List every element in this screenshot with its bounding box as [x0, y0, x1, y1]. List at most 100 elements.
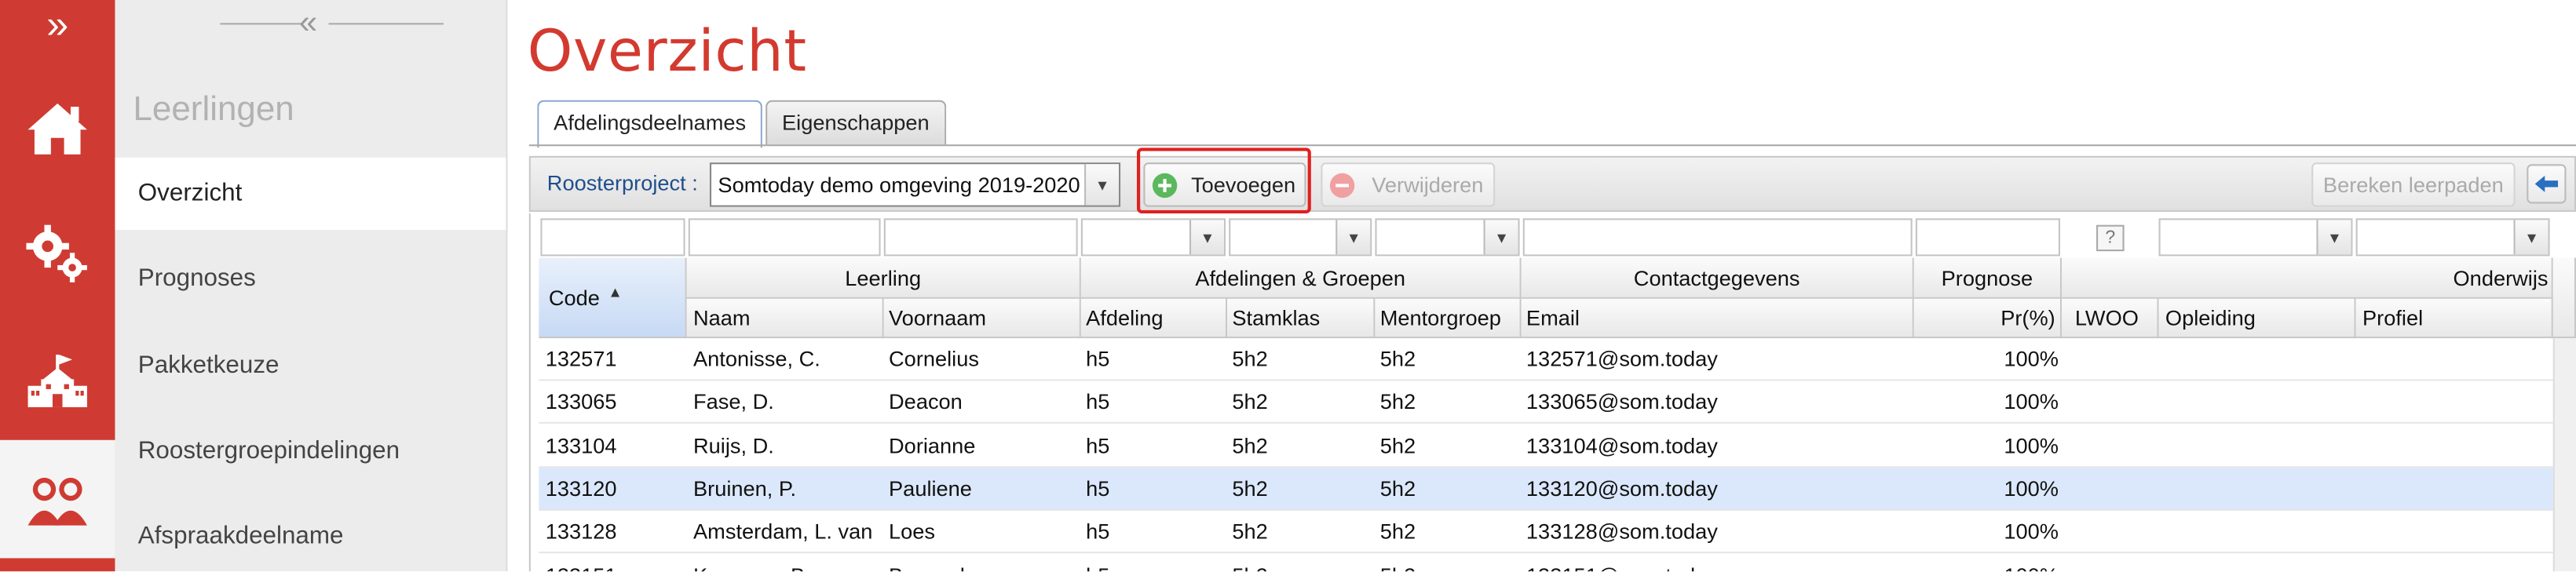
cell-pr: 100%	[2004, 389, 2059, 414]
column-header-lwoo[interactable]: LWOO	[2062, 298, 2159, 339]
filter-prognose[interactable]	[1915, 218, 2060, 257]
calculate-paths-button[interactable]: Bereken leerpaden	[2311, 162, 2516, 207]
project-select[interactable]: Somtoday demo omgeving 2019-2020 ▼	[709, 162, 1121, 207]
filter-opleiding[interactable]: ▼	[2158, 218, 2353, 257]
column-header-opleiding[interactable]: Opleiding	[2158, 298, 2356, 339]
filter-code[interactable]	[540, 218, 685, 257]
column-header-voornaam[interactable]: Voornaam	[883, 298, 1081, 339]
filter-email[interactable]	[1522, 218, 1913, 257]
column-header-naam[interactable]: Naam	[686, 298, 884, 339]
cell-voornaam: Bernardo	[889, 563, 1080, 572]
tab-eigenschappen[interactable]: Eigenschappen	[765, 100, 947, 145]
sidebar-section-title: Leerlingen	[133, 90, 294, 129]
cell-pr: 100%	[1919, 563, 2059, 572]
cell-naam: Ruijs, D.	[693, 432, 774, 457]
page-title: Overzicht	[527, 20, 807, 86]
tab-afdelingsdeelnames[interactable]: Afdelingsdeelnames	[537, 100, 762, 148]
cell-mentorgroep: 5h2	[1379, 519, 1416, 545]
chevron-down-icon[interactable]: ▼	[2513, 220, 2549, 255]
group-header-prognose: Prognose	[1913, 257, 2063, 299]
chevron-down-icon[interactable]: ▼	[2316, 220, 2351, 255]
column-code-label: Code	[548, 286, 600, 311]
table-row[interactable]: 133065 Fase, D. Deacon h5 5h2 5h2 133065@som.t…	[539, 381, 2553, 424]
table-row[interactable]: 133151 Kornuser, B. Bernardo h5 5h2 5h2 133151…	[539, 554, 2552, 572]
highlight-frame	[1137, 148, 1311, 214]
cell-code: 133065	[545, 389, 617, 414]
cell-naam: Fase, D.	[693, 389, 774, 414]
remove-button[interactable]: Verwijderen	[1321, 162, 1496, 207]
cell-code: 133128	[545, 519, 617, 545]
table-row[interactable]: 132571 Antonisse, C. Cornelius h5 5h2 5h2 1325…	[539, 338, 2553, 381]
sort-ascending-icon: ▲	[608, 284, 623, 301]
rail-school-button[interactable]	[0, 322, 115, 440]
sidebar: « Leerlingen Overzicht Prognoses Pakketk…	[115, 0, 506, 572]
column-header-email[interactable]: Email	[1521, 298, 1914, 339]
students-icon	[27, 477, 87, 526]
cell-stamklas: 5h2	[1232, 346, 1268, 371]
cell-voornaam: Loes	[889, 519, 936, 545]
column-header-mentorgroep[interactable]: Mentorgroep	[1375, 298, 1522, 339]
filter-profiel[interactable]: ▼	[2355, 218, 2550, 257]
cell-email: 133120@som.today	[1526, 475, 1718, 501]
settings-icon	[26, 224, 87, 282]
cell-afdeling: h5	[1086, 519, 1110, 545]
grid-scrollbar[interactable]	[2552, 338, 2576, 572]
rail-students-button[interactable]	[0, 439, 115, 559]
filter-mentorgroep[interactable]: ▼	[1375, 218, 1520, 257]
cell-mentorgroep: 5h2	[1379, 432, 1416, 457]
cell-mentorgroep: 5h2	[1379, 346, 1416, 371]
column-header-pr[interactable]: Pr(%)	[1913, 298, 2063, 339]
rail-settings-button[interactable]	[0, 194, 115, 312]
column-header-stamklas[interactable]: Stamklas	[1227, 298, 1376, 339]
column-header-profiel[interactable]: Profiel	[2355, 298, 2553, 339]
column-header-afdeling[interactable]: Afdeling	[1080, 298, 1228, 339]
filter-afdeling[interactable]: ▼	[1080, 218, 1226, 257]
cell-stamklas: 5h2	[1232, 563, 1373, 572]
cell-afdeling: h5	[1086, 432, 1110, 457]
cell-naam: Bruinen, P.	[693, 475, 797, 501]
sidebar-item-afspraakdeelname[interactable]: Afspraakdeelname	[115, 501, 506, 571]
cell-code: 132571	[545, 346, 617, 371]
filter-stamklas[interactable]: ▼	[1229, 218, 1372, 257]
cell-code: 133104	[545, 432, 617, 457]
school-icon	[27, 354, 87, 407]
cell-stamklas: 5h2	[1232, 519, 1268, 545]
sidebar-item-overzicht[interactable]: Overzicht	[115, 157, 506, 230]
header-scroll-spacer	[2552, 257, 2576, 339]
chevron-down-icon[interactable]: ▼	[1189, 220, 1224, 255]
cell-email: 133128@som.today	[1526, 519, 1718, 545]
collapse-sidebar-icon[interactable]: «	[299, 5, 317, 41]
filter-voornaam[interactable]	[883, 218, 1078, 257]
column-header-code[interactable]: Code ▲	[539, 257, 687, 339]
arrow-left-icon	[2534, 175, 2559, 192]
chevron-down-icon[interactable]: ▼	[1483, 220, 1518, 255]
table-row[interactable]: 133120 Bruinen, P. Pauliene h5 5h2 5h2 133120@…	[539, 468, 2553, 511]
cell-email: 133104@som.today	[1526, 432, 1718, 457]
cell-mentorgroep: 5h2	[1379, 389, 1416, 414]
nav-rail: »	[0, 0, 115, 572]
cell-pr: 100%	[2004, 519, 2059, 545]
cell-email: 133151@som.today	[1526, 563, 1914, 572]
chevron-down-icon[interactable]: ▼	[1084, 164, 1119, 206]
cell-pr: 100%	[2004, 475, 2059, 501]
export-button[interactable]	[2527, 164, 2567, 204]
sidebar-item-prognoses[interactable]: Prognoses	[115, 243, 506, 315]
cell-naam: Antonisse, C.	[693, 346, 820, 371]
chevron-down-icon[interactable]: ▼	[1336, 220, 1371, 255]
cell-naam: Kornuser, B.	[693, 563, 884, 572]
cell-afdeling: h5	[1086, 346, 1110, 371]
table-row[interactable]: 133128 Amsterdam, L. van Loes h5 5h2 5h2 13312…	[539, 511, 2553, 554]
cell-afdeling: h5	[1086, 475, 1110, 501]
filter-naam[interactable]	[688, 218, 881, 257]
rail-footer	[0, 558, 115, 572]
cell-voornaam: Pauliene	[889, 475, 972, 501]
table-row[interactable]: 133104 Ruijs, D. Dorianne h5 5h2 5h2 133104@so…	[539, 424, 2553, 468]
cell-voornaam: Dorianne	[889, 432, 976, 457]
sidebar-item-roostergroepindelingen[interactable]: Roostergroepindelingen	[115, 415, 506, 487]
help-icon[interactable]: ?	[2096, 224, 2125, 252]
sidebar-item-pakketkeuze[interactable]: Pakketkeuze	[115, 330, 506, 403]
remove-button-label: Verwijderen	[1372, 172, 1484, 198]
expand-menu-button[interactable]: »	[0, 0, 115, 53]
cell-voornaam: Cornelius	[889, 346, 979, 371]
rail-home-button[interactable]	[0, 69, 115, 188]
